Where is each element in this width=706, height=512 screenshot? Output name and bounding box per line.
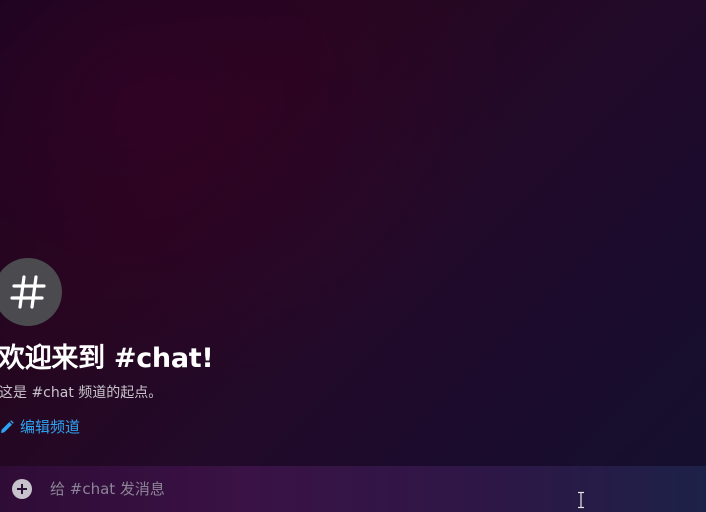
plus-circle-icon — [17, 484, 27, 494]
message-input[interactable] — [50, 478, 650, 500]
channel-avatar — [0, 258, 62, 326]
edit-channel-label: 编辑频道 — [20, 418, 81, 436]
welcome-subtitle: 这是 #chat 频道的起点。 — [0, 385, 163, 401]
hash-icon — [10, 275, 46, 309]
chat-channel-view: 欢迎来到 #chat! 这是 #chat 频道的起点。 编辑频道 — [0, 0, 706, 512]
pencil-icon — [1, 419, 14, 433]
welcome-title: 欢迎来到 #chat! — [0, 343, 214, 374]
attach-button[interactable] — [12, 479, 32, 499]
text-cursor-icon — [578, 491, 584, 509]
edit-channel-link[interactable]: 编辑频道 — [0, 416, 80, 437]
message-composer — [0, 466, 706, 512]
